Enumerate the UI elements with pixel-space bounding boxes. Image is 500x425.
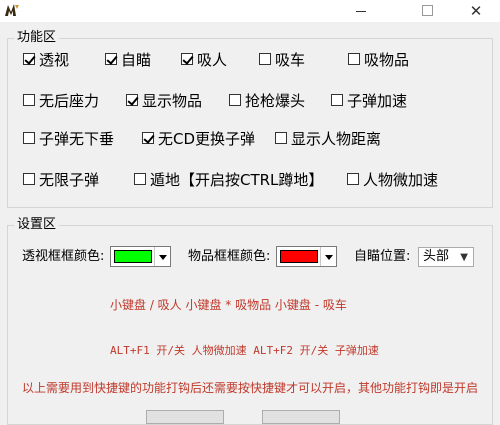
checkbox-label: 自瞄 (121, 50, 152, 69)
checkbox-show-distance[interactable]: 显示人物距离 (275, 128, 381, 148)
checkbox-label: 无后座力 (39, 91, 100, 110)
checkbox-pull-vehicle[interactable]: 吸车 (259, 49, 305, 69)
checkbox-label: 遁地【开启按CTRL蹲地】 (150, 170, 324, 189)
checkbox-label: 吸车 (275, 50, 306, 69)
checkbox-wallhack[interactable]: 透视 (23, 49, 69, 69)
checkmark-icon (24, 53, 36, 65)
maximize-button[interactable] (407, 0, 447, 22)
checkbox-box[interactable] (126, 94, 139, 106)
checkbox-label: 透视 (39, 50, 70, 69)
dropdown-arrow-icon[interactable] (154, 247, 170, 266)
checkbox-pull-player[interactable]: 吸人 (181, 49, 227, 69)
chevron-down-icon: ▼ (460, 252, 468, 263)
feature-group-title: 功能区 (14, 30, 60, 46)
checkbox-label: 无限子弹 (39, 170, 100, 189)
checkbox-underground[interactable]: 遁地【开启按CTRL蹲地】 (134, 169, 323, 189)
checkbox-box[interactable] (348, 53, 360, 65)
checkbox-box[interactable] (347, 173, 359, 185)
checkbox-label: 人物微加速 (363, 170, 439, 189)
hotkey-info-line-2: ALT+F1 开/关 人物微加速 ALT+F2 开/关 子弹加速 (110, 344, 379, 357)
checkbox-bullet-speed[interactable]: 子弹加速 (331, 90, 407, 110)
checkbox-box[interactable] (275, 132, 287, 144)
checkbox-box[interactable] (23, 53, 36, 65)
checkbox-box[interactable] (105, 53, 118, 65)
checkbox-box[interactable] (142, 132, 155, 144)
item-color-swatch (280, 250, 318, 263)
checkbox-label: 吸物品 (364, 50, 410, 69)
checkbox-no-bullet-drop[interactable]: 子弹无下垂 (23, 128, 114, 148)
perspective-color-label: 透视框框颜色: (22, 249, 105, 264)
checkbox-box[interactable] (331, 94, 343, 106)
maximize-icon (422, 5, 433, 16)
checkbox-box[interactable] (23, 94, 35, 106)
aim-position-label: 自瞄位置: (354, 249, 411, 264)
close-button[interactable]: ✕ (456, 0, 496, 22)
checkmark-icon (127, 94, 139, 106)
checkbox-label: 无CD更换子弹 (158, 129, 256, 148)
item-color-select[interactable] (276, 246, 337, 267)
checkbox-aimbot[interactable]: 自瞄 (105, 49, 151, 69)
minimize-icon (356, 11, 366, 12)
checkbox-box[interactable] (181, 53, 194, 65)
bottom-button-right[interactable] (262, 410, 340, 424)
checkbox-box[interactable] (134, 173, 146, 185)
checkbox-box[interactable] (229, 94, 241, 106)
perspective-color-swatch (114, 250, 152, 263)
dropdown-arrow-icon[interactable] (320, 247, 336, 266)
checkbox-show-items[interactable]: 显示物品 (126, 90, 202, 110)
checkbox-box[interactable] (23, 173, 35, 185)
checkbox-box[interactable] (259, 53, 271, 65)
app-logo-icon (5, 4, 19, 16)
perspective-color-select[interactable] (110, 246, 171, 267)
checkbox-box[interactable] (23, 132, 35, 144)
checkbox-pull-items[interactable]: 吸物品 (348, 49, 409, 69)
checkbox-headshot[interactable]: 抢枪爆头 (229, 90, 305, 110)
checkbox-no-recoil[interactable]: 无后座力 (23, 90, 99, 110)
checkbox-label: 子弹无下垂 (39, 129, 115, 148)
hotkey-info-line-1: 小键盘 / 吸人 小键盘 * 吸物品 小键盘 - 吸车 (110, 298, 347, 312)
minimize-button[interactable] (340, 0, 380, 22)
checkbox-speed-boost[interactable]: 人物微加速 (347, 169, 438, 189)
checkbox-label: 显示人物距离 (291, 129, 382, 148)
checkbox-label: 子弹加速 (347, 91, 408, 110)
checkbox-label: 显示物品 (142, 91, 203, 110)
bottom-button-left[interactable] (146, 410, 224, 424)
close-icon: ✕ (469, 2, 483, 20)
settings-group-title: 设置区 (14, 217, 60, 233)
checkmark-icon (106, 53, 118, 65)
checkbox-infinite-ammo[interactable]: 无限子弹 (23, 169, 99, 189)
item-color-label: 物品框框颜色: (188, 249, 271, 264)
checkbox-label: 抢枪爆头 (245, 91, 306, 110)
checkmark-icon (143, 132, 155, 144)
aim-position-value: 头部 (423, 249, 450, 264)
checkbox-label: 吸人 (197, 50, 228, 69)
title-bar: ✕ (0, 0, 500, 22)
hotkey-notice: 以上需要用到快捷键的功能打钩后还需要按快捷键才可以开启，其他功能打钩即是开启 (22, 381, 479, 395)
aim-position-select[interactable]: 头部 ▼ (418, 247, 474, 267)
checkmark-icon (182, 53, 194, 65)
checkbox-no-cd-reload[interactable]: 无CD更换子弹 (142, 128, 255, 148)
